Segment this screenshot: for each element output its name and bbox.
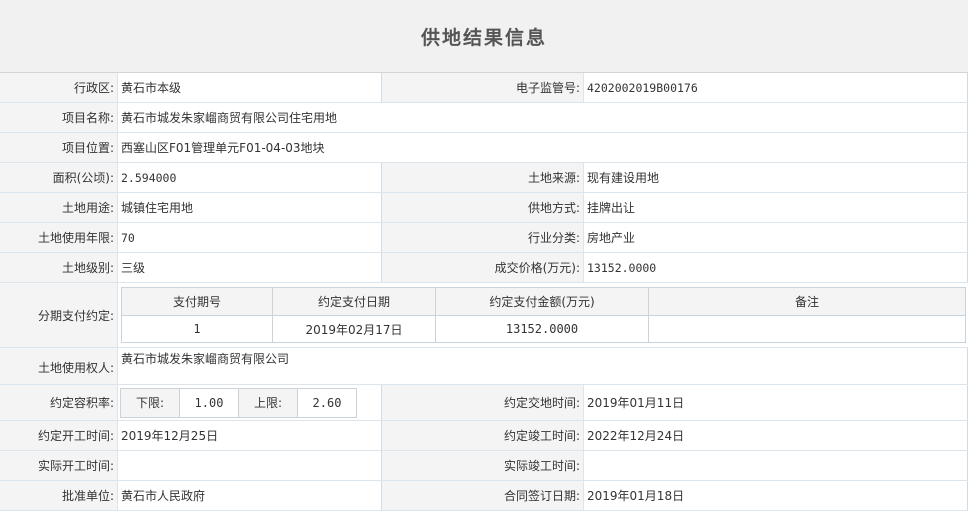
project-name-label: 项目名称:: [0, 103, 118, 132]
actual-start-label: 实际开工时间:: [0, 451, 118, 480]
land-user-value: 黄石市城发朱家嵧商贸有限公司: [118, 348, 968, 384]
approval-value: 黄石市人民政府: [118, 481, 382, 510]
area-label: 面积(公顷):: [0, 163, 118, 192]
table-row: 1 2019年02月17日 13152.0000: [121, 315, 966, 343]
start-time-label: 约定开工时间:: [0, 421, 118, 450]
actual-complete-value: [584, 451, 968, 480]
actual-complete-label: 实际竣工时间:: [382, 451, 584, 480]
contract-date-label: 合同签订日期:: [382, 481, 584, 510]
complete-time-value: 2022年12月24日: [584, 421, 968, 450]
use-years-value: 70: [118, 223, 382, 252]
project-location-label: 项目位置:: [0, 133, 118, 162]
use-years-label: 土地使用年限:: [0, 223, 118, 252]
industry-value: 房地产业: [584, 223, 968, 252]
district-value: 黄石市本级: [118, 73, 382, 102]
installment-label: 分期支付约定:: [0, 283, 118, 347]
area-value: 2.594000: [118, 163, 382, 192]
far-row: 下限: 1.00 上限: 2.60: [120, 387, 357, 418]
land-use-value: 城镇住宅用地: [118, 193, 382, 222]
row-project-name: 项目名称: 黄石市城发朱家嵧商贸有限公司住宅用地: [0, 103, 968, 133]
supply-method-label: 供地方式:: [382, 193, 584, 222]
payment-table-header: 支付期号 约定支付日期 约定支付金额(万元) 备注: [121, 287, 966, 316]
project-location-value: 西塞山区F01管理单元F01-04-03地块: [118, 133, 968, 162]
far-label: 约定容积率:: [0, 385, 118, 420]
cell-pay-date: 2019年02月17日: [272, 315, 436, 343]
row-land-use: 土地用途: 城镇住宅用地 供地方式: 挂牌出让: [0, 193, 968, 223]
far-lower-label: 下限:: [120, 387, 180, 418]
land-use-label: 土地用途:: [0, 193, 118, 222]
approval-label: 批准单位:: [0, 481, 118, 510]
actual-start-value: [118, 451, 382, 480]
row-start-time: 约定开工时间: 2019年12月25日 约定竣工时间: 2022年12月24日: [0, 421, 968, 451]
project-name-value: 黄石市城发朱家嵧商贸有限公司住宅用地: [118, 103, 968, 132]
district-label: 行政区:: [0, 73, 118, 102]
land-supply-result-page: 供地结果信息 行政区: 黄石市本级 电子监管号: 4202002019B0017…: [0, 0, 968, 530]
row-land-user: 土地使用权人: 黄石市城发朱家嵧商贸有限公司: [0, 348, 968, 385]
row-use-years: 土地使用年限: 70 行业分类: 房地产业: [0, 223, 968, 253]
header-pay-date: 约定支付日期: [272, 287, 436, 316]
land-grade-label: 土地级别:: [0, 253, 118, 282]
supervision-no-value: 4202002019B00176: [584, 73, 968, 102]
row-project-location: 项目位置: 西塞山区F01管理单元F01-04-03地块: [0, 133, 968, 163]
row-far: 约定容积率: 下限: 1.00 上限: 2.60 约定交地时间: 2019年01…: [0, 385, 968, 421]
supervision-no-label: 电子监管号:: [382, 73, 584, 102]
cell-remark: [648, 315, 966, 343]
row-approval: 批准单位: 黄石市人民政府 合同签订日期: 2019年01月18日: [0, 481, 968, 511]
row-district: 行政区: 黄石市本级 电子监管号: 4202002019B00176: [0, 73, 968, 103]
start-time-value: 2019年12月25日: [118, 421, 382, 450]
far-lower-value: 1.00: [179, 387, 239, 418]
row-actual-time: 实际开工时间: 实际竣工时间:: [0, 451, 968, 481]
price-label: 成交价格(万元):: [382, 253, 584, 282]
land-grade-value: 三级: [118, 253, 382, 282]
delivery-time-label: 约定交地时间:: [382, 385, 584, 420]
far-upper-value: 2.60: [297, 387, 357, 418]
delivery-time-value: 2019年01月11日: [584, 385, 968, 420]
far-table: 下限: 1.00 上限: 2.60: [120, 387, 357, 418]
header-remark: 备注: [648, 287, 966, 316]
far-upper-label: 上限:: [238, 387, 298, 418]
cell-period: 1: [121, 315, 273, 343]
land-source-label: 土地来源:: [382, 163, 584, 192]
cell-pay-amount: 13152.0000: [435, 315, 649, 343]
complete-time-label: 约定竣工时间:: [382, 421, 584, 450]
far-container: 下限: 1.00 上限: 2.60: [118, 385, 382, 420]
header-period: 支付期号: [121, 287, 273, 316]
price-value: 13152.0000: [584, 253, 968, 282]
industry-label: 行业分类:: [382, 223, 584, 252]
page-title: 供地结果信息: [420, 26, 547, 49]
payment-table: 支付期号 约定支付日期 约定支付金额(万元) 备注 1 2019年02月17日 …: [121, 287, 966, 343]
land-source-value: 现有建设用地: [584, 163, 968, 192]
contract-date-value: 2019年01月18日: [584, 481, 968, 510]
supply-method-value: 挂牌出让: [584, 193, 968, 222]
header-pay-amount: 约定支付金额(万元): [435, 287, 649, 316]
title-bar: 供地结果信息: [0, 0, 968, 73]
land-user-label: 土地使用权人:: [0, 348, 118, 384]
row-area: 面积(公顷): 2.594000 土地来源: 现有建设用地: [0, 163, 968, 193]
row-land-grade: 土地级别: 三级 成交价格(万元): 13152.0000: [0, 253, 968, 283]
